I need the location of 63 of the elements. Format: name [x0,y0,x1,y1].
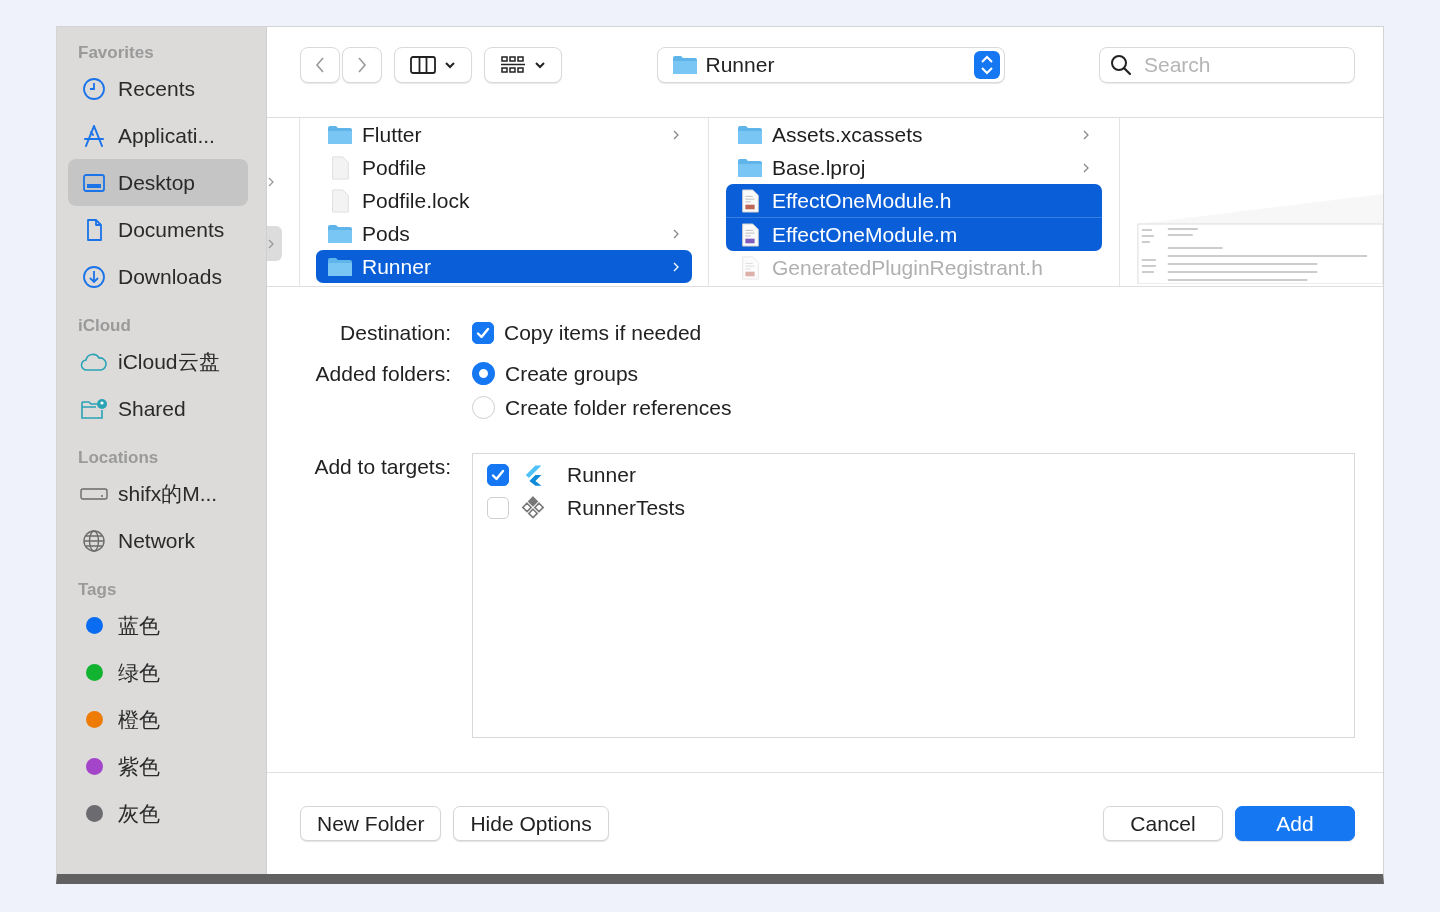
radio-label: Create groups [505,361,639,386]
folder-icon [671,53,698,77]
checkbox-label: Copy items if needed [504,320,702,345]
search-field[interactable]: Search [1099,47,1355,83]
chevron-icon [267,237,275,250]
caret-icon [534,61,546,69]
radio-button[interactable] [472,362,495,385]
file-row[interactable]: Podfile [316,151,692,184]
radio-label: Create folder references [505,395,732,420]
dialog-button[interactable]: New Folder [300,806,442,841]
shared-folder-icon [80,397,108,420]
file-row[interactable]: Flutter [316,118,692,151]
columns-icon [410,55,436,75]
option-label: Destination: [339,320,451,346]
sidebar-item[interactable]: shifx的M... [68,470,248,517]
sidebar-item[interactable]: Documents [68,206,248,253]
file-row[interactable]: EffectOneModule.h [726,184,1102,218]
option-label: Added folders: [314,361,451,387]
dialog-button[interactable]: Hide Options [453,806,609,841]
chevron-icon [267,176,275,188]
chevron-left-icon [314,55,326,75]
grid-icon [500,55,526,75]
option-label: Add to targets: [313,454,451,480]
file-row[interactable]: Podfile.lock [316,184,692,217]
chevron-right-icon [356,55,368,75]
section-heading: Tags [77,579,118,601]
download-icon [82,264,106,289]
checkbox[interactable] [487,463,509,486]
app-store-icon [82,123,106,148]
file-row[interactable]: Runner [316,250,692,283]
column-view-button[interactable] [394,47,472,83]
sidebar-item[interactable]: Shared [68,385,248,432]
file-row[interactable]: Assets.xcassets [726,118,1102,151]
sidebar-item[interactable]: 灰色 [68,790,248,837]
section-heading: Favorites [77,42,155,64]
sidebar-item[interactable]: 蓝色 [68,602,248,649]
test-bundle-icon [521,495,545,520]
sidebar-item[interactable]: 紫色 [68,743,248,790]
group-button[interactable] [484,47,562,83]
sidebar-item[interactable]: Applicati... [68,112,248,159]
clock-icon [82,76,106,101]
target-name: RunnerTests [567,495,685,520]
dialog-button[interactable]: Cancel [1103,806,1223,841]
stepper-icon [973,51,1000,79]
file-row[interactable]: EffectOneModule.m [726,218,1102,251]
sidebar-item[interactable]: Network [68,517,248,564]
target-name: Runner [567,462,636,487]
caret-icon [444,61,456,69]
dialog-button[interactable]: Add [1235,806,1355,841]
sidebar-item[interactable]: 绿色 [68,649,248,696]
sidebar-item[interactable]: Recents [68,65,248,112]
section-heading: iCloud [77,315,132,337]
sidebar-item[interactable]: Downloads [68,253,248,300]
location-popup[interactable]: Runner [656,47,1005,83]
globe-icon [82,528,106,553]
sidebar-item[interactable]: iCloud云盘 [68,338,248,385]
sidebar-item[interactable]: 橙色 [68,696,248,743]
search-icon [1110,54,1132,76]
section-heading: Locations [77,447,160,469]
file-row[interactable]: Pods [316,217,692,250]
file-row[interactable]: Base.lproj [726,151,1102,184]
sidebar-item[interactable]: Desktop [68,159,248,206]
checkbox[interactable] [472,321,494,344]
